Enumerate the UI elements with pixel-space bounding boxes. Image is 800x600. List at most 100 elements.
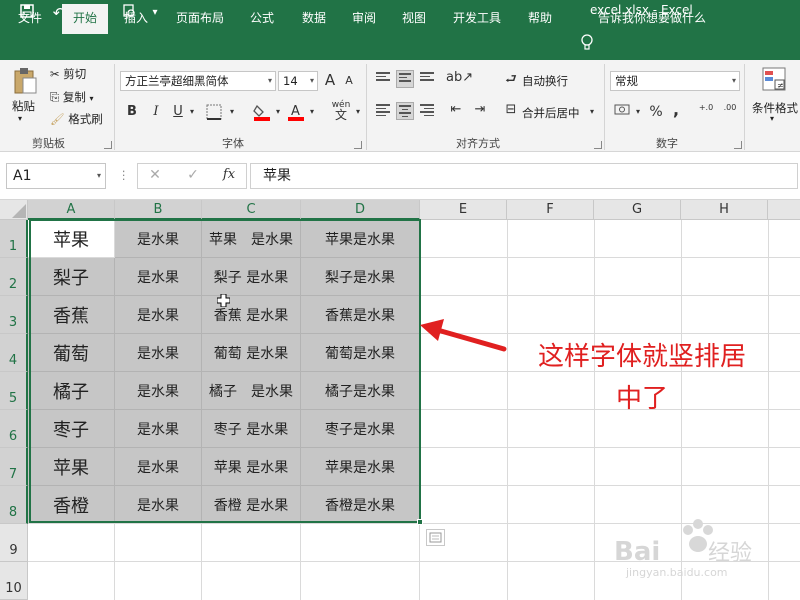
text-orientation-icon: ab↗: [446, 70, 474, 85]
row-header-5[interactable]: 5: [0, 372, 28, 410]
decrease-indent-icon[interactable]: ⇤: [446, 102, 466, 117]
underline-dropdown-icon[interactable]: ▾: [188, 107, 196, 116]
number-format-select[interactable]: 常规 ▾: [610, 71, 740, 91]
row-header-8[interactable]: 8: [0, 486, 28, 524]
align-right-icon[interactable]: [418, 102, 436, 120]
row-header-2[interactable]: 2: [0, 258, 28, 296]
font-size-select[interactable]: 14 ▾: [278, 71, 318, 91]
tab-page-layout[interactable]: 页面布局: [168, 7, 232, 34]
grow-font-button[interactable]: A: [322, 71, 338, 89]
col-header-a[interactable]: A: [28, 200, 115, 220]
col-header-c[interactable]: C: [202, 200, 301, 220]
orientation-button[interactable]: ab↗: [446, 70, 473, 85]
paste-dropdown-icon[interactable]: ▾: [18, 114, 22, 123]
borders-button[interactable]: [204, 104, 224, 124]
increase-indent-icon[interactable]: ⇥: [470, 102, 490, 117]
paste-icon: [14, 68, 37, 94]
fill-color-dropdown-icon[interactable]: ▾: [274, 107, 282, 116]
alignment-launcher-icon[interactable]: [594, 141, 602, 149]
row-header-7[interactable]: 7: [0, 448, 28, 486]
increase-decimal-button[interactable]: +.0: [696, 104, 716, 112]
group-separator: [366, 64, 367, 150]
decrease-decimal-button[interactable]: .00: [720, 104, 740, 112]
cell-cursor-icon: [217, 294, 230, 307]
row-header-1[interactable]: 1: [0, 220, 28, 258]
align-top-icon[interactable]: [374, 70, 392, 88]
merge-dropdown-icon[interactable]: ▾: [588, 107, 596, 116]
row-header-4[interactable]: 4: [0, 334, 28, 372]
chevron-down-icon: ▾: [731, 76, 736, 85]
comma-button[interactable]: ,: [668, 100, 684, 119]
tab-review[interactable]: 审阅: [342, 7, 386, 34]
align-center-icon[interactable]: [396, 102, 414, 120]
row-header-3[interactable]: 3: [0, 296, 28, 334]
insert-function-button[interactable]: fx: [220, 167, 238, 182]
align-left-icon[interactable]: [374, 102, 392, 120]
tab-developer[interactable]: 开发工具: [444, 7, 510, 34]
shrink-font-button[interactable]: A: [342, 74, 356, 87]
cut-button[interactable]: ✂ 剪切: [50, 66, 86, 82]
number-group-label: 数字: [656, 137, 678, 150]
tab-file[interactable]: 文件: [8, 7, 52, 34]
red-arrow-icon: [420, 319, 507, 352]
col-header-i[interactable]: [768, 200, 800, 220]
font-color-button[interactable]: A: [286, 102, 306, 126]
quick-analysis-icon[interactable]: [426, 529, 445, 546]
currency-icon[interactable]: [612, 103, 632, 121]
tab-view[interactable]: 视图: [392, 7, 436, 34]
tab-data[interactable]: 数据: [292, 7, 336, 34]
font-name-value: 方正兰亭超细黑简体: [125, 74, 229, 88]
col-header-d[interactable]: D: [301, 200, 420, 220]
conditional-format-button[interactable]: 条件格式: [752, 100, 798, 116]
font-color-dropdown-icon[interactable]: ▾: [308, 107, 316, 116]
select-all-button[interactable]: [0, 200, 28, 220]
bold-button[interactable]: B: [124, 104, 140, 119]
fill-handle[interactable]: [417, 519, 423, 525]
col-header-b[interactable]: B: [115, 200, 202, 220]
align-bottom-icon[interactable]: [418, 70, 436, 88]
merge-center-button[interactable]: 合并后居中: [522, 105, 580, 121]
clipboard-launcher-icon[interactable]: [104, 141, 112, 149]
annotation-line-2: 中了: [615, 384, 668, 414]
phonetic-button[interactable]: wén 文: [330, 100, 352, 122]
copy-button[interactable]: ⎘ 复制 ▾: [50, 89, 94, 105]
paste-button[interactable]: [8, 66, 42, 126]
fill-color-button[interactable]: [252, 102, 272, 126]
paint-bucket-icon: [253, 104, 270, 121]
italic-button[interactable]: I: [148, 104, 164, 119]
col-header-f[interactable]: F: [507, 200, 594, 220]
borders-icon: [206, 104, 222, 120]
format-painter-button[interactable]: 🖌 格式刷: [50, 111, 103, 127]
confirm-icon[interactable]: ✓: [184, 167, 202, 183]
borders-dropdown-icon[interactable]: ▾: [228, 107, 236, 116]
conditional-format-dropdown-icon[interactable]: ▾: [770, 114, 774, 123]
group-separator: [604, 64, 605, 150]
chevron-down-icon: ▾: [96, 171, 101, 180]
currency-dropdown-icon[interactable]: ▾: [634, 107, 642, 116]
phonetic-dropdown-icon[interactable]: ▾: [354, 107, 362, 116]
tab-formulas[interactable]: 公式: [240, 7, 284, 34]
row-header-10[interactable]: 10: [0, 562, 28, 600]
name-box[interactable]: A1 ▾: [6, 163, 106, 189]
align-middle-icon[interactable]: [396, 70, 414, 88]
tab-insert[interactable]: 插入: [114, 7, 158, 34]
tell-me-search[interactable]: 告诉我你想要做什么: [598, 7, 728, 34]
tab-help[interactable]: 帮助: [518, 7, 562, 34]
cancel-icon[interactable]: ✕: [146, 167, 164, 183]
font-size-value: 14: [283, 74, 298, 88]
formula-input[interactable]: 苹果: [250, 163, 798, 189]
font-launcher-icon[interactable]: [354, 141, 362, 149]
row-header-9[interactable]: 9: [0, 524, 28, 562]
font-name-select[interactable]: 方正兰亭超细黑简体 ▾: [120, 71, 276, 91]
wrap-text-button[interactable]: 自动换行: [522, 73, 568, 89]
col-header-g[interactable]: G: [594, 200, 681, 220]
svg-text:≠: ≠: [777, 81, 784, 90]
row-header-6[interactable]: 6: [0, 410, 28, 448]
number-launcher-icon[interactable]: [734, 141, 742, 149]
col-header-h[interactable]: H: [681, 200, 768, 220]
format-painter-label: 格式刷: [68, 112, 103, 126]
col-header-e[interactable]: E: [420, 200, 507, 220]
percent-button[interactable]: %: [648, 104, 664, 120]
tab-home[interactable]: 开始: [62, 4, 108, 34]
underline-button[interactable]: U: [170, 104, 186, 119]
